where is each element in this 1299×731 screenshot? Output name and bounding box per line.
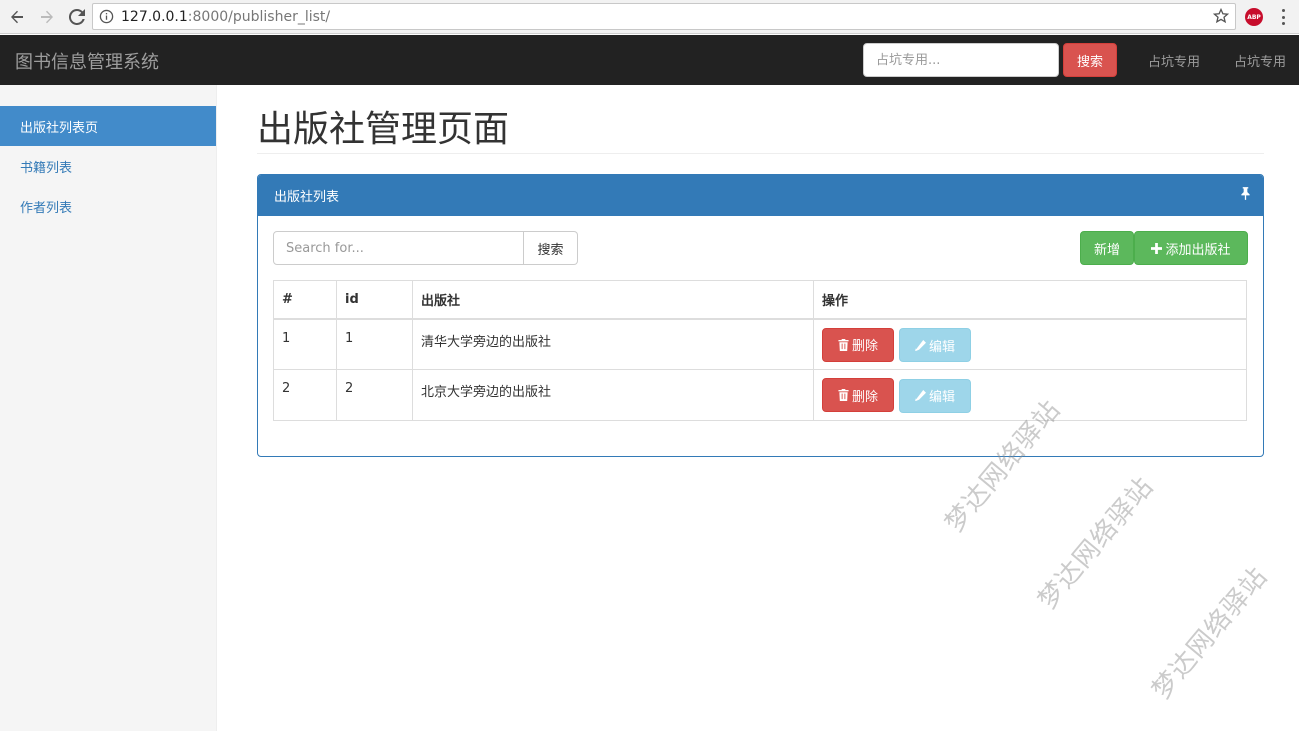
- navbar-search-button[interactable]: 搜索: [1063, 43, 1117, 77]
- sidebar-item-publishers[interactable]: 出版社列表页: [0, 106, 216, 146]
- delete-label: 删除: [851, 389, 878, 405]
- publisher-table: # id 出版社 操作 1 1 清华大学旁边的出版社 删除 编辑 2 2 北京大…: [273, 280, 1247, 421]
- table-header-row: # id 出版社 操作: [273, 280, 1247, 320]
- navbar-search-input[interactable]: [863, 43, 1059, 77]
- cell-actions: 删除 编辑: [813, 318, 1247, 370]
- page-title: 出版社管理页面: [257, 109, 510, 150]
- panel-title: 出版社列表: [274, 190, 340, 205]
- back-button[interactable]: [4, 4, 30, 30]
- arrow-left-icon: [11, 10, 23, 23]
- cell-publisher-name: 北京大学旁边的出版社: [412, 369, 814, 421]
- pencil-icon: [914, 390, 926, 401]
- trash-icon: [838, 389, 849, 401]
- table-row: 2 2 北京大学旁边的出版社 删除 编辑: [273, 369, 1247, 421]
- column-header-id: id: [336, 280, 413, 320]
- url-text: 127.0.0.1:8000/publisher_list/: [121, 9, 330, 25]
- edit-button[interactable]: 编辑: [899, 378, 971, 413]
- new-button[interactable]: 新增: [1080, 231, 1134, 265]
- column-header-publisher: 出版社: [412, 280, 814, 320]
- info-icon[interactable]: [99, 9, 119, 24]
- panel-search-button[interactable]: 搜索: [524, 231, 578, 265]
- panel-heading: 出版社列表: [258, 175, 1263, 216]
- cell-index: 2: [273, 369, 337, 421]
- panel-search-input[interactable]: [273, 231, 524, 265]
- pushpin-icon[interactable]: [1240, 187, 1251, 204]
- table-row: 1 1 清华大学旁边的出版社 删除 编辑: [273, 318, 1247, 370]
- sidebar: 出版社列表页 书籍列表 作者列表: [0, 85, 217, 731]
- reload-icon: [69, 8, 85, 25]
- plus-icon: [1151, 242, 1163, 254]
- navbar-link-1[interactable]: 占坑专用: [1148, 51, 1200, 70]
- address-bar[interactable]: 127.0.0.1:8000/publisher_list/: [92, 3, 1236, 30]
- arrow-right-icon: [41, 10, 53, 23]
- delete-label: 删除: [851, 339, 878, 354]
- brand-title[interactable]: 图书信息管理系统: [15, 48, 159, 74]
- column-header-index: #: [273, 280, 337, 320]
- adblock-extension-icon[interactable]: ABP: [1245, 8, 1263, 26]
- cell-publisher-name: 清华大学旁边的出版社: [412, 318, 814, 370]
- delete-button[interactable]: 删除: [822, 378, 894, 412]
- forward-button[interactable]: [34, 4, 60, 30]
- reload-button[interactable]: [64, 4, 90, 30]
- cell-index: 1: [273, 318, 337, 370]
- url-host: 127.0.0.1: [121, 8, 188, 25]
- bookmark-star-icon[interactable]: [1212, 7, 1230, 28]
- add-publisher-label: 添加出版社: [1165, 242, 1231, 258]
- edit-label: 编辑: [928, 339, 955, 355]
- sidebar-item-books[interactable]: 书籍列表: [0, 146, 216, 186]
- delete-button[interactable]: 删除: [822, 327, 894, 362]
- edit-button[interactable]: 编辑: [899, 328, 971, 362]
- browser-toolbar: 127.0.0.1:8000/publisher_list/ ABP: [0, 0, 1299, 34]
- sidebar-item-authors[interactable]: 作者列表: [0, 186, 216, 226]
- publisher-panel: 出版社列表 搜索 新增 添加出版社 # id 出版社 操作 1 1 清华大学旁边…: [257, 174, 1264, 457]
- edit-label: 编辑: [928, 390, 955, 405]
- add-publisher-button[interactable]: 添加出版社: [1134, 231, 1248, 265]
- watermark-text: 梦达网络驿站: [1146, 561, 1274, 706]
- cell-id: 2: [336, 369, 413, 421]
- title-divider: [257, 153, 1264, 154]
- cell-id: 1: [336, 318, 413, 370]
- pencil-icon: [914, 339, 926, 351]
- panel-search-group: 搜索: [273, 231, 578, 265]
- browser-menu-icon[interactable]: [1280, 9, 1286, 25]
- column-header-actions: 操作: [813, 280, 1247, 320]
- navbar-link-2[interactable]: 占坑专用: [1234, 51, 1286, 70]
- url-path: :8000/publisher_list/: [187, 8, 331, 25]
- watermark-text: 梦达网络驿站: [1032, 471, 1160, 616]
- trash-icon: [838, 338, 849, 351]
- top-navbar: 图书信息管理系统 搜索 占坑专用 占坑专用: [0, 35, 1299, 85]
